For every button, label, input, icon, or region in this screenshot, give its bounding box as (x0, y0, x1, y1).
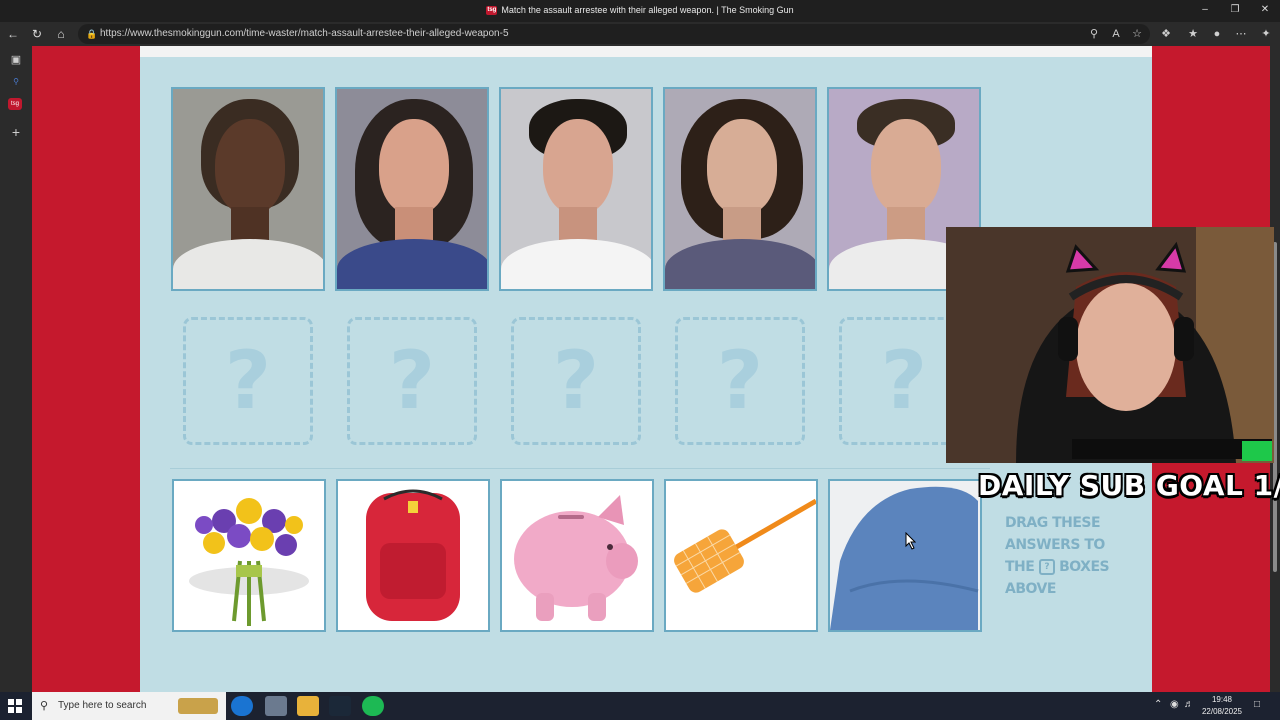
taskbar-clock[interactable]: 19:48 22/08/2025 (1194, 694, 1250, 718)
drop-slot-4[interactable]: ? (675, 317, 805, 445)
webcam-overlay (946, 227, 1274, 463)
favorites-icon[interactable]: ★ (1185, 26, 1201, 42)
close-icon[interactable]: ✕ (1257, 4, 1273, 18)
url-text: https://www.thesmokinggun.com/time-waste… (100, 28, 509, 39)
taskbar-search-box[interactable]: ⚲ Type here to search (32, 692, 226, 720)
pink-piggy-bank-icon (514, 495, 638, 621)
tray-chevron-icon[interactable]: ⌃ (1154, 699, 1162, 710)
smoking-gun-tab-icon[interactable]: tsg (8, 98, 22, 110)
browser-toolbar: ← ↻ ⌂ 🔒 https://www.thesmokinggun.com/ti… (0, 22, 1280, 46)
microphone-icon[interactable]: ◉ (1170, 699, 1179, 710)
clock-time: 19:48 (1211, 695, 1233, 704)
profile-avatar-icon[interactable]: ● (1209, 26, 1225, 42)
answer-card-1[interactable] (172, 479, 326, 632)
site-favicon-icon: tsg (486, 6, 498, 16)
daily-sub-goal-overlay: DAILY SUB GOAL 1/10 (978, 469, 1280, 502)
new-tab-icon[interactable]: + (8, 124, 24, 140)
search-placeholder: Type here to search (58, 700, 147, 711)
drag-instructions: DRAG THESE ANSWERS TO THE ? BOXES ABOVE (1005, 512, 1135, 600)
restore-icon[interactable]: ❐ (1227, 4, 1243, 18)
copilot-icon[interactable]: ✦ (1258, 26, 1274, 42)
orange-fly-swatter-icon (674, 498, 816, 593)
clock-date: 22/08/2025 (1201, 707, 1243, 716)
content-top-strip (140, 46, 1152, 57)
mugshot-2 (335, 87, 489, 291)
drop-slot-3[interactable]: ? (511, 317, 641, 445)
read-aloud-icon[interactable]: A (1108, 26, 1124, 42)
question-mark-icon: ? (552, 334, 600, 427)
drop-slot-1[interactable]: ? (183, 317, 313, 445)
edge-taskbar-icon[interactable] (231, 696, 253, 716)
notifications-icon[interactable]: □ (1254, 699, 1260, 710)
search-tab-icon[interactable]: ⚲ (8, 74, 24, 90)
instructions-line-1: DRAG THESE (1005, 515, 1101, 531)
hand-cursor-icon (905, 532, 916, 550)
instructions-line-3: THE ? BOXES (1005, 556, 1135, 578)
section-divider (170, 468, 990, 469)
minimize-icon[interactable]: – (1197, 4, 1213, 18)
zoom-icon[interactable]: ⚲ (1086, 26, 1102, 42)
back-icon[interactable]: ← (5, 26, 21, 42)
instructions-line-4: ABOVE (1005, 581, 1056, 597)
window-title-text: Match the assault arrestee with their al… (501, 5, 794, 15)
question-mark-icon: ? (716, 334, 764, 427)
drop-slot-2[interactable]: ? (347, 317, 477, 445)
refresh-icon[interactable]: ↻ (29, 26, 45, 42)
question-box-icon: ? (1038, 559, 1055, 575)
answer-card-2[interactable] (336, 479, 490, 632)
file-explorer-icon[interactable] (297, 696, 319, 716)
answer-card-5[interactable] (828, 479, 982, 632)
vertical-tabs-sidebar: ▣ ⚲ tsg + (0, 46, 32, 692)
more-menu-icon[interactable]: ⋯ (1233, 26, 1249, 42)
windows-start-icon[interactable] (8, 699, 22, 713)
answer-card-3[interactable] (500, 479, 654, 632)
search-highlight-icon (178, 698, 218, 714)
instructions-boxes: BOXES (1059, 559, 1110, 575)
tab-actions-icon[interactable]: ▣ (8, 52, 24, 68)
browser-title-bar: tsg Match the assault arrestee with their… (0, 0, 1280, 22)
extensions-icon[interactable]: ❖ (1158, 26, 1174, 42)
favorite-star-icon[interactable]: ☆ (1129, 26, 1145, 42)
mugshot-3 (499, 87, 653, 291)
mugshot-4 (663, 87, 817, 291)
blue-towel-icon (830, 481, 980, 630)
spotify-icon[interactable] (362, 696, 384, 716)
volume-icon[interactable]: ♬ (1184, 699, 1194, 710)
answer-card-4[interactable] (664, 479, 818, 632)
instructions-line-2: ANSWERS TO (1005, 537, 1105, 553)
question-mark-icon: ? (224, 334, 272, 427)
question-mark-icon: ? (388, 334, 436, 427)
red-backpack-icon (366, 489, 460, 621)
windows-taskbar: ⚲ Type here to search ⌃ ◉ ♬ 19:48 22/08/… (0, 692, 1280, 720)
lock-icon: 🔒 (86, 29, 98, 39)
steam-icon[interactable] (329, 696, 351, 716)
instructions-the: THE (1005, 559, 1035, 575)
streamer-webcam-feed (946, 227, 1274, 463)
address-bar[interactable]: 🔒 https://www.thesmokinggun.com/time-was… (78, 24, 1150, 44)
flower-bouquet-icon (189, 498, 309, 626)
home-icon[interactable]: ⌂ (53, 26, 69, 42)
window-title: tsg Match the assault arrestee with their… (0, 5, 1280, 16)
mugshot-1 (171, 87, 325, 291)
search-icon: ⚲ (40, 700, 49, 712)
task-view-icon[interactable] (265, 696, 287, 716)
